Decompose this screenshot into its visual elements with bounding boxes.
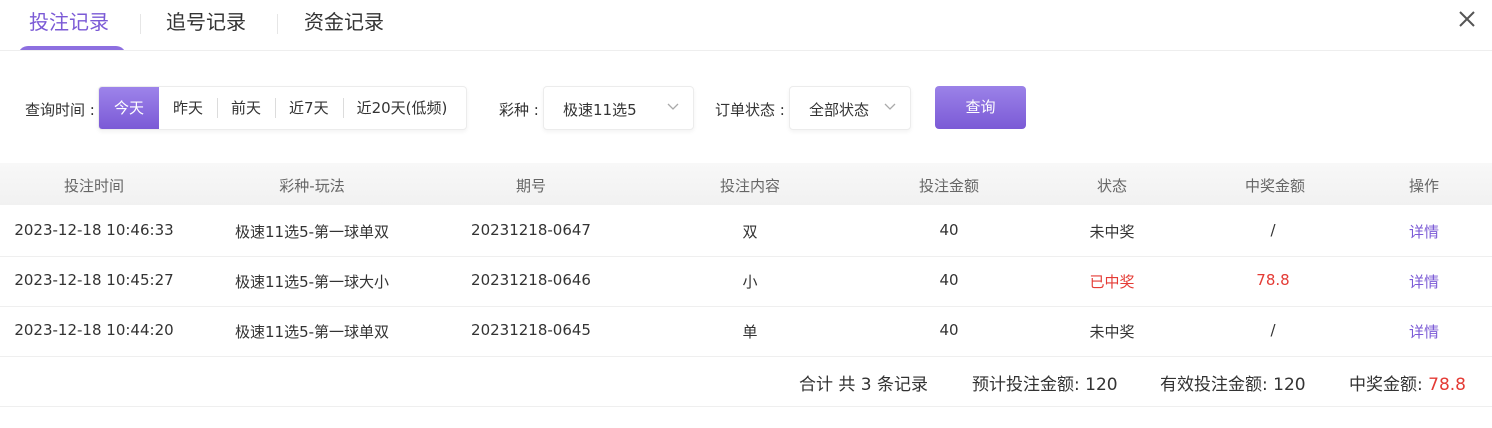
cell-status: 未中奖: [1089, 223, 1135, 241]
tab-bet-records[interactable]: 投注记录: [29, 6, 109, 35]
summary-expected-amount: 预计投注金额: 120: [972, 370, 1118, 395]
header-prize-amount: 中奖金额: [1244, 177, 1306, 195]
cell-prize-amount: /: [1270, 221, 1276, 239]
header-bet-content: 投注内容: [719, 177, 781, 195]
order-status-select[interactable]: 全部状态: [789, 86, 911, 130]
cell-bet-time: 2023-12-18 10:46:33: [14, 221, 174, 239]
header-status: 状态: [1096, 177, 1128, 195]
cell-game-play: 极速11选5-第一球大小: [234, 273, 390, 291]
date-range-selector: 今天 昨天 前天 近7天 近20天(低频): [98, 86, 467, 130]
cell-bet-content: 单: [742, 323, 758, 341]
order-status-value: 全部状态: [809, 101, 870, 119]
header-issue: 期号: [515, 177, 547, 195]
tab-divider: [277, 14, 278, 34]
chevron-down-icon: [884, 103, 896, 110]
cell-bet-amount: 40: [939, 321, 959, 339]
cell-prize-amount: 78.8: [1256, 271, 1290, 289]
lottery-label: 彩种 :: [499, 101, 539, 119]
summary-bar: 合计 共 3 条记录 预计投注金额: 120 有效投注金额: 120 中奖金额:…: [0, 356, 1492, 407]
prize-amount-value: 78.8: [1428, 375, 1466, 395]
date-option-20-days[interactable]: 近20天(低频): [342, 87, 462, 129]
query-button[interactable]: 查询: [935, 86, 1026, 129]
table-row: 2023-12-18 10:44:20 极速11选5-第一球单双 20231218-…: [0, 306, 1492, 357]
cell-issue: 20231218-0647: [471, 221, 591, 239]
date-option-7-days[interactable]: 近7天: [275, 87, 343, 129]
cell-bet-time: 2023-12-18 10:44:20: [14, 321, 174, 339]
cell-bet-content: 双: [742, 223, 758, 241]
lottery-select[interactable]: 极速11选5: [543, 86, 694, 130]
table-header: 投注时间 彩种-玩法 期号 投注内容 投注金额 状态 中奖金额 操作: [0, 163, 1492, 205]
cell-status: 未中奖: [1089, 323, 1135, 341]
date-option-today[interactable]: 今天: [99, 87, 160, 129]
header-game-play: 彩种-玩法: [279, 177, 345, 195]
chevron-down-icon: [667, 103, 679, 110]
close-icon[interactable]: [1456, 8, 1478, 30]
expected-amount-label: 预计投注金额:: [972, 375, 1080, 395]
header-bet-amount: 投注金额: [918, 177, 980, 195]
cell-status: 已中奖: [1089, 273, 1135, 291]
lottery-select-value: 极速11选5: [563, 101, 637, 119]
prize-amount-label: 中奖金额:: [1349, 375, 1423, 395]
order-status-label: 订单状态 :: [715, 101, 785, 119]
summary-prize-amount: 中奖金额: 78.8: [1349, 370, 1466, 395]
header-action: 操作: [1408, 177, 1440, 195]
cell-bet-amount: 40: [939, 271, 959, 289]
tab-bar: 投注记录 追号记录 资金记录: [0, 0, 1492, 51]
cell-issue: 20231218-0646: [471, 271, 591, 289]
valid-amount-value: 120: [1273, 375, 1306, 395]
expected-amount-value: 120: [1085, 375, 1118, 395]
summary-total-count: 合计 共 3 条记录: [799, 375, 929, 395]
cell-issue: 20231218-0645: [471, 321, 591, 339]
header-bet-time: 投注时间: [63, 177, 125, 195]
table-row: 2023-12-18 10:46:33 极速11选5-第一球单双 20231218-…: [0, 206, 1492, 257]
cell-bet-amount: 40: [939, 221, 959, 239]
cell-bet-time: 2023-12-18 10:45:27: [14, 271, 174, 289]
table-row: 2023-12-18 10:45:27 极速11选5-第一球大小 20231218-…: [0, 256, 1492, 307]
cell-game-play: 极速11选5-第一球单双: [234, 323, 390, 341]
cell-prize-amount: /: [1270, 321, 1276, 339]
tab-fund-records[interactable]: 资金记录: [304, 6, 384, 35]
cell-detail-link[interactable]: 详情: [1409, 271, 1439, 292]
tab-chase-records[interactable]: 追号记录: [166, 6, 246, 35]
cell-detail-link[interactable]: 详情: [1409, 321, 1439, 342]
summary-valid-amount: 有效投注金额: 120: [1160, 370, 1306, 395]
valid-amount-label: 有效投注金额:: [1160, 375, 1268, 395]
date-option-day-before[interactable]: 前天: [217, 87, 275, 129]
active-tab-indicator: [18, 46, 126, 50]
query-time-label: 查询时间 :: [25, 101, 95, 119]
cell-bet-content: 小: [742, 273, 758, 291]
cell-detail-link[interactable]: 详情: [1409, 221, 1439, 242]
cell-game-play: 极速11选5-第一球单双: [234, 223, 390, 241]
tab-divider: [140, 14, 141, 34]
date-option-yesterday[interactable]: 昨天: [159, 87, 217, 129]
